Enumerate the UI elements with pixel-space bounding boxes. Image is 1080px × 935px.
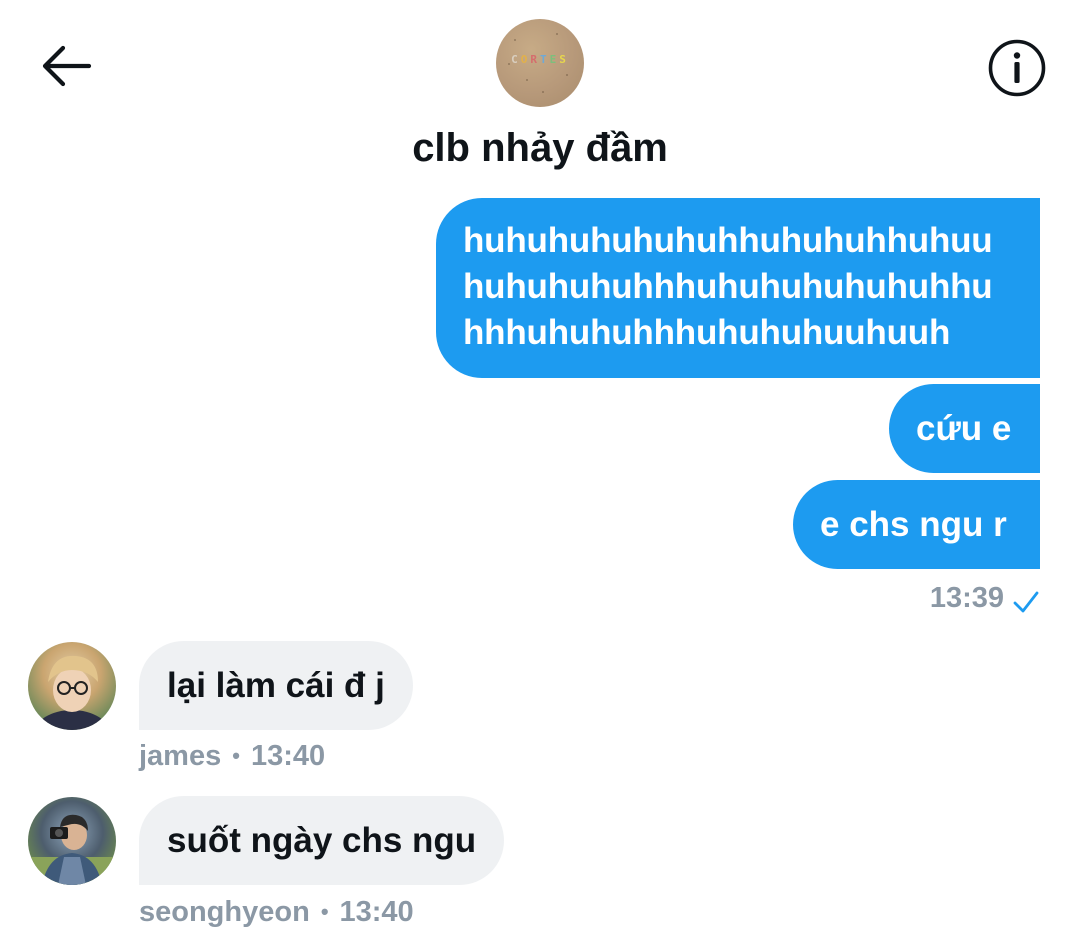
separator-dot: • xyxy=(232,743,240,768)
sent-time: 13:39 xyxy=(929,581,1004,614)
incoming-message-meta: james • 13:40 xyxy=(139,736,325,776)
sent-message-meta: 13:39 xyxy=(930,578,1040,618)
sender-name[interactable]: seonghyeon xyxy=(139,896,310,929)
avatar-letter: O xyxy=(520,53,531,66)
avatar-letter: R xyxy=(530,53,540,66)
message-time: 13:40 xyxy=(250,739,326,772)
message-time: 13:40 xyxy=(339,895,414,928)
back-button[interactable] xyxy=(36,40,96,92)
avatar-letter: S xyxy=(559,53,569,66)
incoming-message[interactable]: lại làm cái đ j xyxy=(139,641,413,730)
sender-name[interactable]: james xyxy=(139,740,221,773)
info-button[interactable] xyxy=(986,37,1048,99)
info-circle-icon xyxy=(988,39,1046,97)
avatar-letter: E xyxy=(549,53,560,66)
incoming-message-meta: seonghyeon • 13:40 xyxy=(139,892,414,932)
avatar-logo-text: CORTES xyxy=(496,53,584,66)
check-icon xyxy=(1013,591,1039,613)
avatar[interactable] xyxy=(28,797,116,885)
avatar-letter: C xyxy=(511,53,521,66)
outgoing-message[interactable]: cứu e xyxy=(889,384,1040,473)
avatar[interactable] xyxy=(28,642,116,730)
separator-dot: • xyxy=(320,899,329,924)
profile-photo xyxy=(28,814,116,885)
profile-photo xyxy=(34,655,110,730)
arrow-left-icon xyxy=(42,45,92,87)
outgoing-message[interactable]: huhuhuhuhuhuhhuhuhuhhuhuu huhuhuhuhhhuhu… xyxy=(436,198,1040,378)
avatar-letter: T xyxy=(540,53,550,66)
conversation-title: clb nhảy đầm xyxy=(412,126,668,170)
group-avatar[interactable]: CORTES xyxy=(496,19,584,107)
outgoing-message[interactable]: e chs ngu r xyxy=(793,480,1040,569)
incoming-message[interactable]: suốt ngày chs ngu xyxy=(139,796,505,885)
